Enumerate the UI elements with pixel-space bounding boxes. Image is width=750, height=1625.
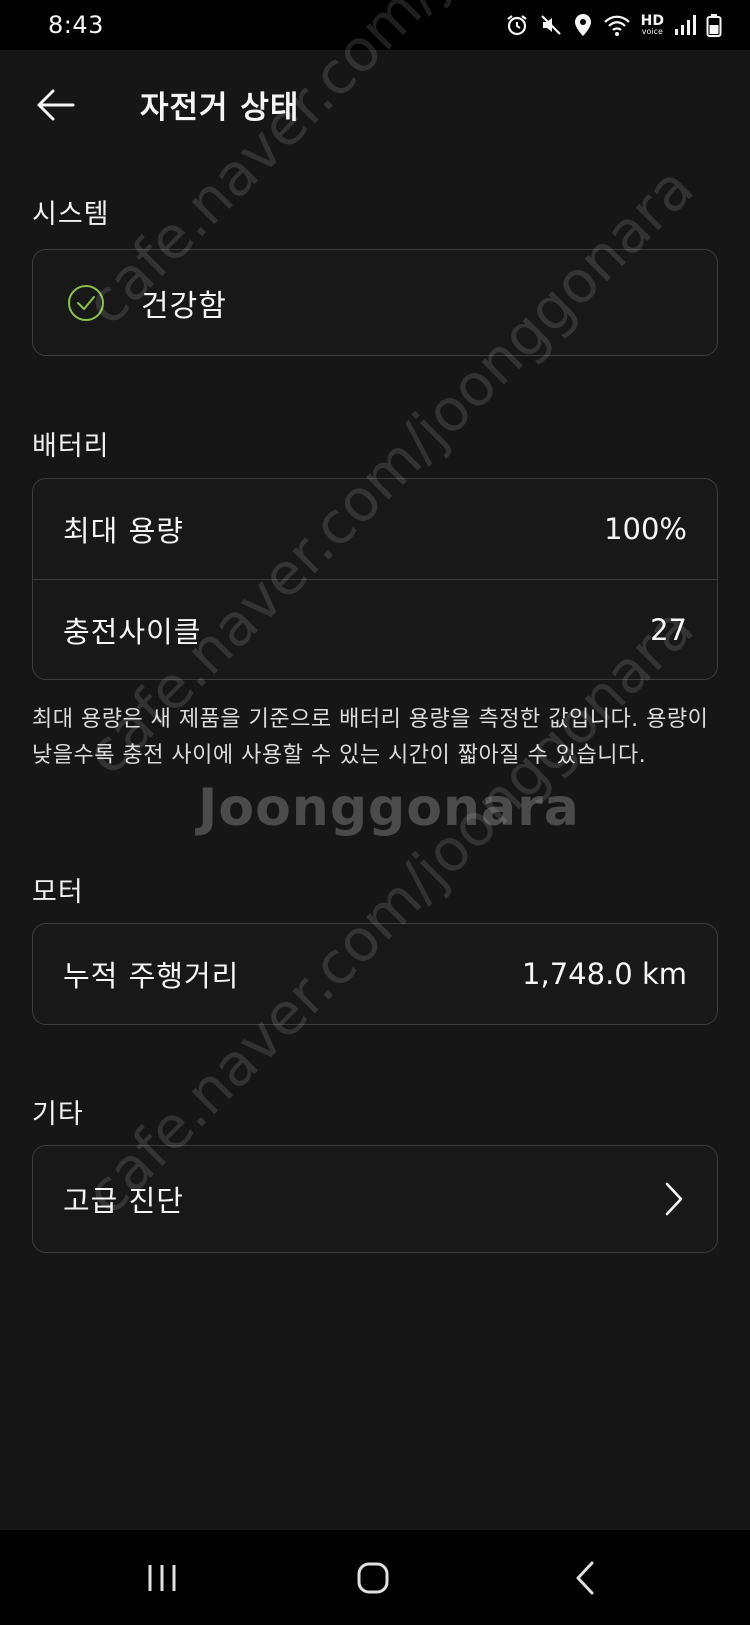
nav-back-button[interactable]: [555, 1558, 615, 1598]
battery-section-label: 배터리: [32, 431, 110, 462]
app-header: 자전거 상태: [0, 50, 750, 160]
page-title: 자전거 상태: [140, 90, 300, 126]
system-nav-bar: [0, 1530, 750, 1625]
system-section-label: 시스템: [32, 199, 110, 230]
advanced-diagnostics-row[interactable]: 고급 진단: [33, 1146, 717, 1252]
hd-voice-badge: HD voice: [641, 14, 664, 36]
motor-section-label: 모터: [32, 877, 84, 908]
odometer-value: 1,748.0 km: [522, 957, 687, 991]
motor-odometer-row: 누적 주행거리 1,748.0 km: [33, 924, 717, 1024]
charge-cycle-label: 충전사이클: [63, 614, 202, 649]
location-icon: [574, 14, 591, 36]
system-status-text: 건강함: [141, 288, 227, 324]
odometer-label: 누적 주행거리: [63, 959, 240, 993]
hd-label: HD: [640, 13, 664, 29]
recent-apps-icon: [148, 1565, 176, 1591]
voice-label: voice: [641, 27, 663, 36]
watermark-brand: Joonggonara: [198, 778, 580, 838]
battery-card: 최대 용량 100% 충전사이클 27: [32, 478, 718, 680]
battery-charge-cycle-row: 충전사이클 27: [33, 579, 717, 679]
alarm-icon: [506, 15, 527, 36]
battery-icon: [706, 14, 722, 37]
status-time: 8:43: [48, 11, 104, 39]
max-capacity-value: 100%: [604, 512, 687, 546]
system-card: 건강함: [32, 249, 718, 356]
motor-card: 누적 주행거리 1,748.0 km: [32, 923, 718, 1025]
wifi-icon: [603, 15, 630, 36]
battery-note: 최대 용량은 새 제품을 기준으로 배터리 용량을 측정한 값입니다. 용량이 …: [32, 707, 709, 768]
chevron-left-icon: [576, 1561, 594, 1595]
home-button[interactable]: [343, 1558, 403, 1598]
check-circle-icon: [68, 284, 104, 321]
advanced-diagnostics-label: 고급 진단: [63, 1184, 184, 1218]
system-status-row: 건강함: [33, 250, 717, 355]
status-bar: 8:43 HD voice: [0, 0, 750, 50]
watermark-url-3: cafe.naver.com/joonggonara: [71, 593, 707, 1228]
mute-icon: [540, 15, 561, 35]
status-icons: HD voice: [505, 13, 722, 37]
charge-cycle-value: 27: [650, 612, 687, 647]
home-icon: [357, 1562, 389, 1594]
arrow-left-icon: [37, 89, 75, 121]
battery-max-capacity-row: 최대 용량 100%: [33, 479, 717, 579]
screen: 8:43 HD voice 자전거 상태 시스템 건강함 배터리 최대 용량 1…: [0, 0, 750, 1625]
recent-apps-button[interactable]: [132, 1558, 192, 1598]
other-card: 고급 진단: [32, 1145, 718, 1253]
max-capacity-label: 최대 용량: [63, 514, 184, 548]
chevron-right-icon: [665, 1182, 683, 1216]
back-button[interactable]: [30, 80, 80, 130]
other-section-label: 기타: [32, 1099, 84, 1130]
signal-icon: [675, 15, 696, 35]
